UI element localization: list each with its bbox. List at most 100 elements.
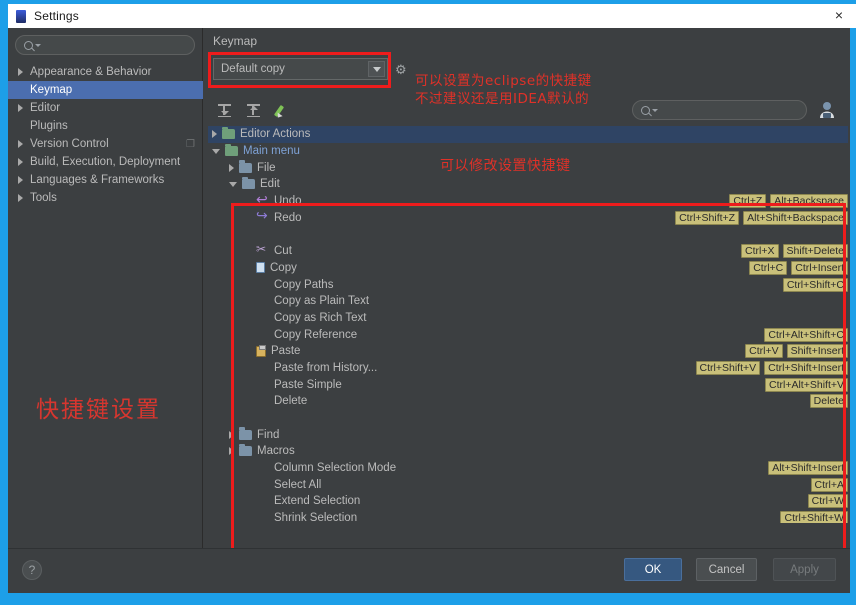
copy-icon — [256, 262, 265, 274]
tree-row[interactable]: Column Selection Mode Alt+Shift+Insert — [208, 460, 848, 477]
shortcut-badge[interactable]: Shift+Insert — [786, 344, 848, 359]
tree-row-label: Macros — [257, 445, 295, 458]
sidebar-item-plugins[interactable]: Plugins — [8, 117, 203, 135]
tree-row[interactable]: Redo Ctrl+Shift+ZAlt+Shift+Backspace — [208, 207, 848, 226]
sidebar-item-build-execution-deployment[interactable]: Build, Execution, Deployment — [8, 153, 203, 171]
chevron-down-icon[interactable] — [229, 181, 237, 187]
keymap-select[interactable]: Default copy — [213, 58, 388, 80]
sidebar-item-label: Tools — [30, 192, 57, 204]
chevron-right-icon — [18, 104, 23, 112]
tree-row[interactable]: Copy Ctrl+C Ctrl+Insert — [208, 260, 848, 277]
shortcut-badge[interactable]: Ctrl+Insert — [791, 260, 848, 275]
tree-row[interactable]: Find — [208, 426, 848, 443]
tree-separator — [208, 226, 848, 243]
expand-all-icon[interactable] — [217, 103, 232, 118]
close-icon[interactable]: × — [830, 6, 848, 24]
tree-row[interactable]: Editor Actions — [208, 126, 848, 143]
gear-icon[interactable]: ⚙ — [395, 62, 409, 76]
chevron-down-icon — [35, 43, 41, 47]
tree-row[interactable]: Edit — [208, 176, 848, 193]
shortcut-badge[interactable]: Delete — [809, 394, 848, 409]
shortcut-list: Ctrl+Shift+Z Alt+Shift+Backspace — [675, 209, 848, 226]
annotation-top: 可以设置为eclipse的快捷键 不过建议还是用IDEA默认的 — [415, 72, 592, 108]
tree-row-label: Editor Actions — [240, 128, 311, 141]
tree-row[interactable]: Paste from History... Ctrl+Shift+V Ctrl+Sh… — [208, 360, 848, 377]
sidebar-search-input[interactable] — [15, 35, 195, 55]
shortcut-badge[interactable]: Ctrl+Shift+V — [695, 360, 761, 375]
shortcut-badge[interactable]: Ctrl+C — [749, 260, 788, 275]
tree-separator — [208, 410, 848, 427]
tree-row[interactable]: Select All Ctrl+A — [208, 476, 848, 493]
shortcut-badge[interactable]: Alt+Backspace — [770, 194, 848, 209]
shortcut-badge[interactable]: Alt+Shift+Insert — [768, 461, 848, 476]
redo-icon — [256, 207, 269, 224]
edit-pencil-icon[interactable] — [273, 104, 289, 119]
apply-button[interactable]: Apply — [773, 558, 836, 581]
shortcut-badge[interactable]: Ctrl+Shift+W — [780, 511, 848, 523]
shortcut-badge[interactable]: Ctrl+V — [745, 344, 783, 359]
shortcut-list: Ctrl+X Shift+Delete — [741, 243, 848, 260]
chevron-right-icon[interactable] — [229, 447, 234, 456]
keymap-select-value: Default copy — [221, 63, 285, 75]
tree-row[interactable]: Shrink Selection Ctrl+Shift+W — [208, 510, 848, 523]
folder-icon — [222, 126, 235, 140]
undo-icon — [256, 191, 269, 208]
tree-row[interactable]: Paste Simple Ctrl+Alt+Shift+V — [208, 376, 848, 393]
chevron-right-icon[interactable] — [229, 163, 234, 172]
sidebar-item-keymap[interactable]: Keymap — [8, 81, 203, 99]
shortcut-badge[interactable]: Ctrl+Z — [729, 194, 767, 209]
sidebar-nav-list: Appearance & Behavior Keymap Editor Plug… — [8, 63, 203, 207]
tree-row[interactable]: Delete Delete — [208, 393, 848, 410]
keyboard-icon[interactable] — [816, 99, 838, 121]
tree-row-label: Column Selection Mode — [274, 462, 397, 475]
tree-row[interactable]: Extend Selection Ctrl+W — [208, 493, 848, 510]
shortcut-badge[interactable]: Ctrl+Shift+Z — [675, 210, 740, 225]
tree-row[interactable]: Copy as Rich Text — [208, 310, 848, 327]
folder-icon — [239, 443, 252, 457]
tree-row-label: Copy — [270, 261, 297, 274]
tree-row[interactable]: Paste Ctrl+V Shift+Insert — [208, 343, 848, 360]
shortcut-badge[interactable]: Alt+Shift+Backspace — [743, 210, 848, 225]
ok-button[interactable]: OK — [624, 558, 682, 581]
cancel-button[interactable]: Cancel — [696, 558, 757, 581]
collapse-all-icon[interactable] — [246, 103, 261, 118]
chevron-down-icon[interactable] — [368, 61, 385, 77]
shortcut-list: Ctrl+Alt+Shift+V — [765, 376, 848, 393]
shortcut-badge[interactable]: Ctrl+X — [741, 244, 779, 259]
sidebar-item-appearance-behavior[interactable]: Appearance & Behavior — [8, 63, 203, 81]
sidebar-item-trail-icon: ❐ — [186, 138, 195, 150]
tree-row[interactable]: Undo Ctrl+ZAlt+Backspace — [208, 191, 848, 210]
tree-row[interactable]: Copy Paths Ctrl+Shift+C — [208, 276, 848, 293]
chevron-right-icon[interactable] — [212, 130, 217, 139]
tree-row[interactable]: Macros — [208, 443, 848, 460]
settings-dialog: Appearance & Behavior Keymap Editor Plug… — [8, 28, 850, 593]
chevron-down-icon[interactable] — [212, 148, 220, 154]
sidebar-item-languages-frameworks[interactable]: Languages & Frameworks — [8, 171, 203, 189]
chevron-right-icon[interactable] — [229, 430, 234, 439]
tree-toolbar — [217, 103, 289, 119]
tree-row[interactable]: Copy as Plain Text — [208, 293, 848, 310]
dialog-footer: ? OK Cancel Apply — [8, 548, 850, 593]
sidebar-item-version-control[interactable]: Version Control ❐ — [8, 135, 203, 153]
shortcut-badge[interactable]: Ctrl+Alt+Shift+C — [764, 327, 848, 342]
keymap-panel: Keymap Default copy ⚙ 可以设置为eclipse的快捷键 不… — [203, 28, 850, 570]
shortcut-badge[interactable]: Ctrl+Shift+Insert — [764, 360, 848, 375]
sidebar-item-editor[interactable]: Editor — [8, 99, 203, 117]
tree-row[interactable]: Copy Reference Ctrl+Alt+Shift+C — [208, 326, 848, 343]
shortcut-badge[interactable]: Ctrl+Alt+Shift+V — [765, 377, 848, 392]
shortcut-list: Ctrl+Alt+Shift+C — [764, 326, 848, 343]
help-button[interactable]: ? — [22, 560, 42, 580]
shortcut-badge[interactable]: Ctrl+A — [810, 477, 848, 492]
folder-icon — [239, 160, 252, 173]
tree-row-label: Redo — [274, 211, 302, 224]
chevron-right-icon — [18, 176, 23, 184]
annotation-top-line1: 可以设置为eclipse的快捷键 — [415, 73, 592, 89]
shortcut-badge[interactable]: Ctrl+W — [807, 494, 848, 509]
keymap-tree[interactable]: Editor Actions Main menu File Edit Undo Ctrl+… — [208, 126, 848, 523]
sidebar-item-tools[interactable]: Tools — [8, 189, 203, 207]
shortcut-badge[interactable]: Shift+Delete — [782, 244, 848, 259]
shortcut-badge[interactable]: Ctrl+Shift+C — [782, 277, 848, 292]
tree-row[interactable]: Cut Ctrl+XShift+Delete — [208, 242, 848, 260]
sidebar-item-label: Build, Execution, Deployment — [30, 156, 181, 168]
action-search-input[interactable] — [632, 100, 807, 120]
